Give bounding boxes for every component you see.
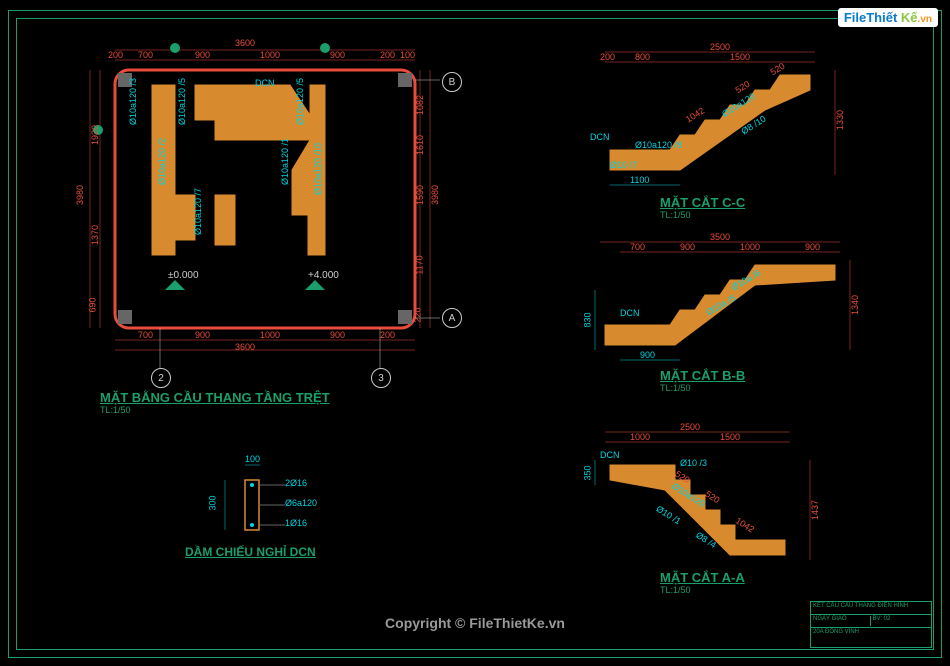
bb-ts2: 1000 (740, 242, 760, 252)
level-4: +4.000 (308, 270, 339, 281)
dim-bs4: 200 (380, 330, 395, 340)
dim-rs0: 1082 (415, 95, 425, 115)
plan-scale: TL:1/50 (100, 405, 330, 415)
cc-ts0: 200 (600, 52, 615, 62)
dcn-section: 100 300 2Ø16 Ø6a120 1Ø16 DẦM CHIẾU NGHỈ … (150, 440, 400, 620)
logo-watermark: FileThiết Kế.vn (838, 8, 938, 27)
dcn-w: 100 (245, 454, 260, 464)
cc-title: MẶT CẮT C-C (660, 195, 745, 210)
dim-ls0: 1920 (90, 125, 100, 145)
level-0: ±0.000 (168, 270, 199, 281)
dim-ls1: 1370 (90, 225, 100, 245)
dim-right-total: 3980 (430, 185, 440, 205)
rebar-v3: Ø10a120 /5 (177, 78, 187, 125)
dim-rs5: 220 (413, 307, 423, 322)
rebar-v2: Ø10a120 /2 (157, 138, 167, 185)
aa-scale: TL:1/50 (660, 585, 745, 595)
dim-bot-total: 3600 (235, 342, 255, 352)
cc-r8: Ø10a120 /8 (635, 140, 682, 150)
dcn-rtop: 2Ø16 (285, 478, 307, 488)
plan-view: B A 2 3 3600 200 700 900 1000 900 200 10… (60, 40, 440, 400)
dim-bs3: 900 (330, 330, 345, 340)
dim-ts4: 900 (330, 50, 345, 60)
watermark: Copyright © FileThietKe.vn (385, 615, 565, 631)
cc-r7: Ø10 /7 (610, 160, 637, 170)
rebar-v4: Ø10a120 /7 (193, 188, 203, 235)
tb-project: KẾT CẤU CẦU THANG ĐIỂN HÌNH (813, 603, 908, 613)
aa-top-total: 2500 (680, 422, 700, 432)
dim-rs3: 1590 (415, 185, 425, 205)
dim-top-total: 3600 (235, 38, 255, 48)
bb-title: MẶT CẮT B-B (660, 368, 745, 383)
dim-ts2: 900 (195, 50, 210, 60)
dim-left-total: 3980 (75, 185, 85, 205)
section-aa: 2500 1000 1500 1437 350 520 520 1042 Ø10… (580, 420, 900, 600)
aa-dcn: DCN (600, 450, 620, 460)
plan-title: MẶT BẰNG CẦU THANG TẦNG TRỆT (100, 390, 330, 405)
aa-ts0: 1000 (630, 432, 650, 442)
dcn-rmid: Ø6a120 (285, 498, 317, 508)
grid-2: 2 (151, 368, 171, 388)
dim-ts5: 200 (380, 50, 395, 60)
dim-ts3: 1000 (260, 50, 280, 60)
tb-r2: 20A ĐỒNG VĨNH (813, 629, 859, 639)
grid-a: A (442, 308, 462, 328)
aa-ts1: 1500 (720, 432, 740, 442)
titleblock: KẾT CẤU CẦU THANG ĐIỂN HÌNH NGÀY GIAO BV… (810, 601, 932, 648)
aa-r4: Ø10 /3 (680, 458, 707, 468)
aa-title: MẶT CẮT A-A (660, 570, 745, 585)
cc-scale: TL:1/50 (660, 210, 745, 220)
grid-b: B (442, 72, 462, 92)
bb-bs: 900 (640, 350, 655, 360)
bb-ts0: 700 (630, 242, 645, 252)
bb-lh: 830 (583, 312, 593, 327)
bb-ts1: 900 (680, 242, 695, 252)
aa-lh: 350 (583, 465, 593, 480)
section-bb: 3500 700 900 1000 900 900 1340 830 Ø10a … (580, 230, 900, 390)
dcn-h: 300 (208, 495, 218, 510)
dim-ts6: 100 (400, 50, 415, 60)
cc-dcn: DCN (590, 132, 610, 142)
dim-bs2: 1000 (260, 330, 280, 340)
dim-bs0: 700 (138, 330, 153, 340)
dim-ts1: 700 (138, 50, 153, 60)
tb-r1r: BV: 02 (871, 616, 930, 626)
dim-bs1: 900 (195, 330, 210, 340)
bb-ts3: 900 (805, 242, 820, 252)
section-cc: 2500 200 800 1500 1330 1100 520 520 1042… (580, 40, 900, 220)
cc-ts1: 800 (635, 52, 650, 62)
dcn-title: DẦM CHIẾU NGHỈ DCN (185, 545, 316, 559)
rebar-v5: Ø10a120 /1 (280, 138, 290, 185)
dim-rs4: 1170 (415, 255, 425, 274)
rebar-v1: Ø10a120 /3 (128, 78, 138, 125)
dcn-svg (150, 440, 400, 620)
bb-rh: 1340 (850, 295, 860, 315)
aa-rh: 1437 (810, 500, 820, 520)
rebar-v6: Ø10a120 /5 (295, 78, 305, 125)
grid-3: 3 (371, 368, 391, 388)
cc-bs: 1100 (630, 175, 649, 185)
bb-scale: TL:1/50 (660, 383, 745, 393)
tb-r1l: NGÀY GIAO (813, 616, 871, 626)
cc-rh: 1330 (835, 110, 845, 130)
dcn-rbot: 1Ø16 (285, 518, 307, 528)
dim-ts0: 200 (108, 50, 123, 60)
bb-dcn: DCN (620, 308, 640, 318)
cc-ts2: 1500 (730, 52, 750, 62)
dim-rs1: 1610 (415, 135, 425, 155)
rebar-v7: Ø10a120 /10 (313, 143, 323, 195)
bb-top-total: 3500 (710, 232, 730, 242)
rebar-dcn: DCN (255, 78, 275, 88)
cc-top-total: 2500 (710, 42, 730, 52)
dim-ls2: 690 (88, 297, 98, 312)
